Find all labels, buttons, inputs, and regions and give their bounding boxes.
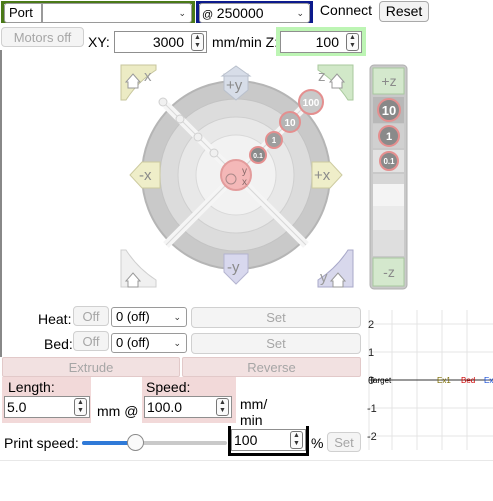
slider-fill [82,441,133,445]
plus-z-label: +z [381,73,396,89]
bottom-divider [0,460,493,461]
speed-label: Speed: [146,379,191,395]
z-feedrate-input[interactable]: 100 ▲ ▼ [280,31,362,53]
home-z-label: z [318,68,326,85]
legend-bed: Bed [461,376,475,385]
spinner-icon[interactable]: ▲ ▼ [216,398,229,416]
minus-x-label: -x [139,167,152,184]
diagonal-dot [209,148,219,158]
plus-x-label: +x [314,167,331,184]
center-y-label: y [242,166,247,177]
diagonal-dot [175,114,185,124]
baud-select[interactable]: @ 250000 ⌄ [199,3,310,23]
legend-target: Target [369,376,392,385]
z-step-10-label: 10 [382,103,396,118]
speed-units-label: mm/ min [240,396,268,428]
baud-prefix: @ [202,9,214,21]
step-10-label: 10 [284,118,296,129]
xy-feedrate-value: 3000 [152,34,184,50]
z-down-step-4[interactable] [373,230,404,256]
bed-select-value: 0 (off) [116,335,150,350]
z-down-step-1[interactable] [373,174,404,184]
home-y-label: y [320,269,328,286]
z-jog-control: +z 10 1 0.1 -z [369,64,408,290]
step-100-label: 100 [303,98,320,109]
length-input[interactable]: 5.0 ▲ ▼ [4,396,90,418]
motors-off-button[interactable]: Motors off [1,27,84,47]
legend-ex1: Ex1 [437,376,451,385]
spinner-icon[interactable]: ▲ ▼ [346,33,359,51]
print-speed-value: 100 [234,432,258,448]
left-divider [0,50,2,357]
chevron-down-icon: ⌄ [296,8,304,18]
speed-input[interactable]: 100.0 ▲ ▼ [144,396,232,418]
diagonal-dot [158,97,168,107]
xy-label: XY: [88,34,110,50]
z-down-step-2[interactable] [373,184,404,206]
heat-off-button[interactable]: Off [73,306,109,326]
temperature-graph: 2 1 0 -1 -2 Target Ex1 Bed Ex [367,310,493,450]
chevron-down-icon: ⌄ [173,312,181,322]
connect-button[interactable]: Connect [316,1,376,22]
bed-select[interactable]: 0 (off) ⌄ [111,333,187,353]
percent-label: % [311,435,324,451]
plus-y-label: +y [226,77,243,94]
port-select[interactable]: ⌄ [42,3,192,23]
chevron-down-icon: ⌄ [173,338,181,348]
print-speed-input[interactable]: 100 ▲ ▼ [231,429,306,451]
bed-label: Bed: [44,336,73,352]
legend-ex: Ex [484,376,493,385]
spinner-icon[interactable]: ▲ ▼ [290,431,303,449]
y-tick-neg1: -1 [367,403,377,415]
port-label-select[interactable]: Port [4,3,42,23]
length-label: Length: [8,379,55,395]
z-step-01-label: 0.1 [383,157,395,166]
heat-set-button[interactable]: Set [191,307,361,328]
chevron-down-icon: ⌄ [178,8,186,18]
bed-off-button[interactable]: Off [73,331,109,351]
step-1-label: 1 [272,136,277,145]
minus-z-label: -z [383,264,395,280]
y-tick-1: 1 [368,347,374,359]
speed-value: 100.0 [147,399,183,415]
spinner-icon[interactable]: ▲ ▼ [191,33,204,51]
feedrate-units-label: mm/min Z: [212,34,279,50]
extrude-button[interactable]: Extrude [2,357,180,377]
xy-jog-control: x z y +y -y -x +x 100 10 1 0.1 y x [120,64,354,288]
diagonal-dot [193,132,203,142]
mm-at-label: mm @ [97,403,139,419]
xy-feedrate-input[interactable]: 3000 ▲ ▼ [114,31,207,53]
bed-set-button[interactable]: Set [191,333,361,354]
print-speed-set-button[interactable]: Set [327,432,361,452]
slider-thumb[interactable] [127,434,144,451]
minus-y-label: -y [227,259,240,276]
z-down-step-3[interactable] [373,206,404,230]
reset-button[interactable]: Reset [379,1,429,22]
plus-y-arrow-tip [220,65,252,77]
home-x-label: x [144,68,152,85]
print-speed-slider[interactable] [82,434,227,452]
baud-value: 250000 [216,5,264,21]
print-speed-label: Print speed: [4,435,79,451]
heat-label: Heat: [38,311,72,327]
spinner-icon[interactable]: ▲ ▼ [74,398,87,416]
length-value: 5.0 [7,399,27,415]
heat-select[interactable]: 0 (off) ⌄ [111,307,187,327]
step-01-label: 0.1 [253,153,263,160]
reverse-button[interactable]: Reverse [182,357,361,377]
heat-select-value: 0 (off) [116,309,150,324]
z-step-1-label: 1 [386,131,392,143]
y-tick-neg2: -2 [367,431,377,443]
z-feedrate-value: 100 [315,34,339,50]
center-x-label: x [242,177,247,188]
y-tick-2: 2 [368,319,374,331]
